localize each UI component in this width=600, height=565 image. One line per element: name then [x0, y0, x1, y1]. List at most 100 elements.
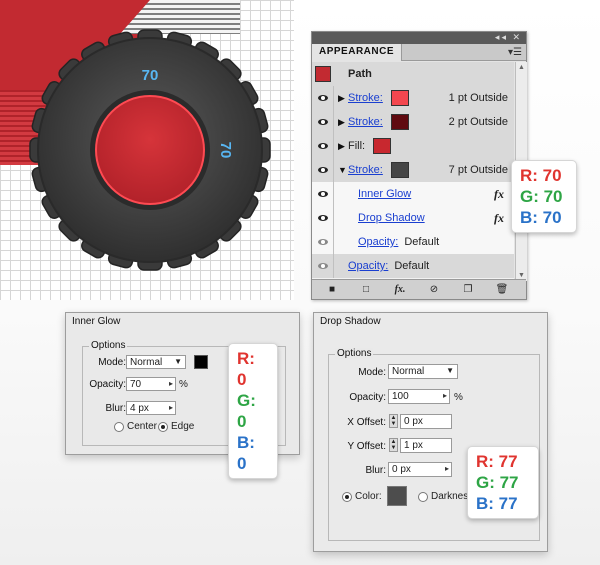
- fill-swatch[interactable]: [373, 138, 392, 154]
- blur-value: 0 px: [392, 464, 411, 475]
- stroke-row-1[interactable]: ▶ Stroke: 1 pt Outside: [312, 86, 514, 110]
- y-offset-input[interactable]: 1 px: [400, 438, 452, 453]
- color-radio[interactable]: Color:: [342, 491, 382, 502]
- scroll-up-icon[interactable]: ▲: [518, 64, 525, 71]
- center-label: Center: [127, 421, 158, 432]
- fx-icon[interactable]: fx: [494, 187, 504, 202]
- visibility-toggle[interactable]: [312, 254, 334, 278]
- eye-icon: [317, 263, 328, 269]
- rgb-callout-stroke: R: 70 G: 70 B: 70: [511, 160, 577, 233]
- stepper-arrow-icon[interactable]: ▸: [169, 379, 173, 388]
- opacity-link[interactable]: Opacity:: [358, 236, 398, 248]
- green-value: G: 0: [237, 391, 256, 431]
- radio-dot-icon: [114, 421, 124, 432]
- red-value: R: 0: [237, 349, 255, 389]
- blue-value: B: 77: [476, 494, 518, 513]
- shadow-color-swatch[interactable]: [387, 486, 407, 506]
- glow-color-swatch[interactable]: [194, 355, 208, 369]
- stroke-meta: 1 pt Outside: [448, 92, 508, 104]
- mode-select[interactable]: Normal ▼: [126, 355, 186, 369]
- effect-row-drop-shadow[interactable]: Drop Shadow fx: [312, 206, 514, 230]
- red-value: R: 77: [476, 452, 518, 471]
- blur-input[interactable]: 4 px ▸: [126, 401, 176, 415]
- tab-appearance[interactable]: APPEARANCE: [312, 44, 403, 61]
- stepper-arrow-icon[interactable]: ▸: [443, 391, 447, 400]
- radio-dot-icon: [158, 421, 168, 432]
- add-effect-icon[interactable]: fx.: [390, 284, 410, 295]
- visibility-toggle[interactable]: [312, 110, 334, 134]
- rgb-callout-drop-shadow: R: 77 G: 77 B: 77: [467, 446, 539, 519]
- visibility-toggle[interactable]: [312, 230, 334, 254]
- stroke-swatch[interactable]: [390, 90, 409, 106]
- delete-item-icon[interactable]: 🗑: [492, 284, 512, 295]
- center-radio[interactable]: Center: [114, 421, 157, 432]
- visibility-toggle[interactable]: [312, 134, 334, 158]
- eye-icon: [317, 191, 328, 197]
- stepper-arrow-icon[interactable]: ▸: [445, 464, 449, 473]
- visibility-toggle[interactable]: [312, 182, 334, 206]
- blur-label: Blur:: [365, 465, 386, 476]
- stroke-row-3[interactable]: ▼ Stroke: 7 pt Outside: [312, 158, 514, 182]
- green-value: G: 77: [476, 473, 519, 492]
- expand-triangle-icon[interactable]: ▶: [338, 141, 348, 152]
- expand-triangle-icon[interactable]: ▶: [338, 117, 348, 128]
- stroke-row-2[interactable]: ▶ Stroke: 2 pt Outside: [312, 110, 514, 134]
- stroke-swatch[interactable]: [390, 162, 409, 178]
- eye-icon: [317, 215, 328, 221]
- stepper-arrow-icon[interactable]: ▸: [169, 403, 173, 412]
- expand-triangle-icon[interactable]: ▶: [338, 93, 348, 104]
- opacity-unit: %: [454, 392, 463, 403]
- path-label: Path: [348, 68, 372, 80]
- blur-input[interactable]: 0 px ▸: [388, 462, 452, 477]
- visibility-toggle[interactable]: [312, 86, 334, 110]
- opacity-input[interactable]: 100 ▸: [388, 389, 450, 404]
- stroke-link[interactable]: Stroke:: [348, 92, 383, 104]
- path-swatch: [315, 66, 331, 82]
- visibility-toggle[interactable]: [312, 206, 334, 230]
- effect-row-inner-glow[interactable]: Inner Glow fx: [312, 182, 514, 206]
- panel-collapse-close-icon[interactable]: ◂◂ ✕: [495, 32, 522, 43]
- path-opacity-row[interactable]: Opacity: Default: [312, 254, 514, 278]
- eye-icon: [317, 167, 328, 173]
- red-value: R: 70: [520, 166, 562, 185]
- opacity-unit: %: [179, 379, 188, 390]
- chevron-down-icon: ▼: [174, 357, 182, 366]
- darkness-radio[interactable]: Darkness: [418, 491, 473, 502]
- collapse-triangle-icon[interactable]: ▼: [338, 165, 348, 175]
- mode-label: Mode:: [358, 367, 386, 378]
- duplicate-item-icon[interactable]: ❐: [458, 284, 478, 295]
- x-offset-input[interactable]: 0 px: [400, 414, 452, 429]
- opacity-link[interactable]: Opacity:: [348, 260, 388, 272]
- scroll-down-icon[interactable]: ▼: [518, 272, 525, 279]
- artboard-canvas[interactable]: 70 70: [0, 0, 294, 300]
- visibility-toggle[interactable]: [312, 158, 334, 182]
- fill-row[interactable]: ▶ Fill:: [312, 134, 514, 158]
- drop-shadow-link[interactable]: Drop Shadow: [358, 212, 425, 224]
- stroke-link[interactable]: Stroke:: [348, 164, 383, 176]
- stroke-swatch[interactable]: [390, 114, 409, 130]
- panel-menu-icon[interactable]: ▾☰: [508, 47, 522, 58]
- eye-icon: [317, 143, 328, 149]
- x-offset-stepper[interactable]: ▲ ▼: [389, 414, 398, 428]
- edge-radio[interactable]: Edge: [158, 421, 194, 432]
- opacity-value: 100: [392, 391, 409, 402]
- mode-value: Normal: [130, 357, 163, 368]
- add-fill-icon[interactable]: □: [356, 284, 376, 295]
- stroke-opacity-row[interactable]: Opacity: Default: [312, 230, 514, 254]
- stroke-link[interactable]: Stroke:: [348, 116, 383, 128]
- fill-label: Fill:: [348, 140, 366, 152]
- fx-icon[interactable]: fx: [494, 211, 504, 226]
- clear-appearance-icon[interactable]: ⊘: [424, 284, 444, 295]
- add-stroke-icon[interactable]: ■: [322, 284, 342, 295]
- y-offset-stepper[interactable]: ▲ ▼: [389, 438, 398, 452]
- mode-select[interactable]: Normal ▼: [388, 364, 458, 379]
- path-header-row[interactable]: Path: [312, 62, 514, 86]
- tire-number-top: 70: [142, 67, 159, 84]
- opacity-value: 70: [130, 379, 142, 390]
- dialog-title: Drop Shadow: [320, 316, 381, 327]
- appearance-panel: ◂◂ ✕ APPEARANCE ▾☰ Path ▶ Stroke: 1 pt O…: [311, 31, 527, 300]
- opacity-label: Opacity:: [349, 392, 386, 403]
- panel-titlebar[interactable]: ◂◂ ✕: [312, 32, 526, 44]
- inner-glow-link[interactable]: Inner Glow: [358, 188, 411, 200]
- opacity-input[interactable]: 70 ▸: [126, 377, 176, 391]
